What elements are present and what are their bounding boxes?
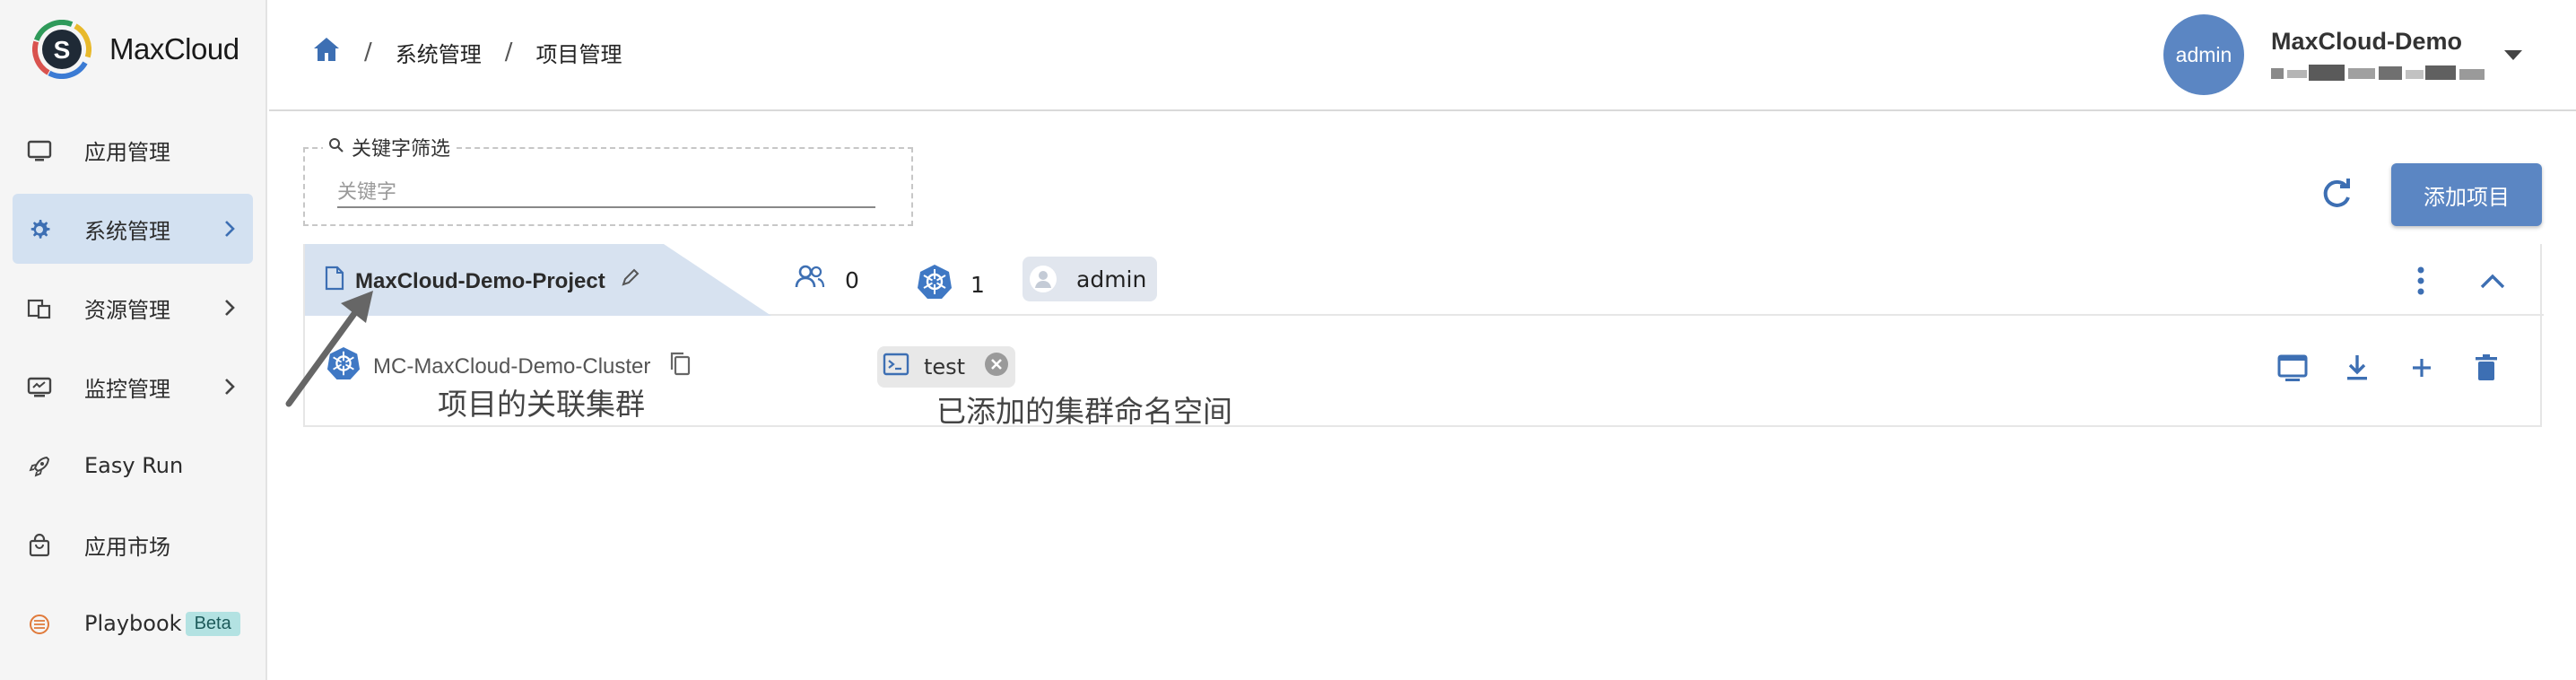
playbook-icon: [27, 612, 52, 637]
breadcrumb: / 系统管理 / 项目管理: [312, 36, 622, 68]
member-count: 0: [795, 264, 859, 296]
resources-icon: [27, 296, 52, 321]
delete-icon[interactable]: [2470, 352, 2502, 384]
keyword-input[interactable]: [337, 178, 875, 208]
breadcrumb-separator: /: [504, 39, 513, 65]
kubernetes-icon: [917, 264, 953, 305]
download-icon[interactable]: [2341, 352, 2373, 384]
sidebar-item-playbook[interactable]: Playbook Beta: [13, 588, 253, 658]
beta-badge: Beta: [185, 612, 240, 637]
add-project-button[interactable]: 添加项目: [2391, 163, 2542, 226]
cluster-count: 1: [917, 264, 985, 305]
keyword-filter: 关键字筛选: [303, 133, 913, 226]
home-icon[interactable]: [312, 36, 341, 68]
chevron-right-icon: [219, 297, 240, 318]
copy-icon[interactable]: [668, 350, 692, 383]
sidebar-item-app-management[interactable]: 应用管理: [13, 115, 253, 185]
svg-text:S: S: [54, 36, 71, 64]
monitor-icon: [27, 138, 52, 163]
refresh-icon[interactable]: [2318, 176, 2355, 214]
namespace-chip[interactable]: test: [877, 346, 1016, 388]
caret-down-icon[interactable]: [2504, 49, 2522, 60]
gear-icon: [27, 217, 52, 242]
playbook-label: Playbook: [84, 610, 182, 636]
sidebar-item-app-market[interactable]: 应用市场: [13, 510, 253, 580]
cluster-name-text: MC-MaxCloud-Demo-Cluster: [373, 353, 651, 379]
console-icon[interactable]: [2276, 352, 2309, 384]
sidebar: S MaxCloud 应用管理 系统管理 资源管理 监控管理 Easy Run …: [0, 0, 267, 680]
sidebar-item-label: 应用管理: [84, 139, 170, 165]
annotation-namespace-note: 已添加的集群命名空间: [936, 394, 1232, 429]
sidebar-item-label: Easy Run: [84, 453, 184, 478]
edit-icon[interactable]: [620, 268, 640, 294]
sidebar-item-resource-management[interactable]: 资源管理: [13, 273, 253, 343]
user-info: MaxCloud-Demo: [2271, 28, 2495, 83]
breadcrumb-system-management[interactable]: 系统管理: [396, 37, 482, 68]
sidebar-item-monitoring-management[interactable]: 监控管理: [13, 352, 253, 422]
chevron-up-icon[interactable]: [2477, 267, 2508, 294]
people-icon: [795, 264, 825, 296]
annotation-arrow: [285, 291, 373, 407]
sidebar-item-label: 资源管理: [84, 297, 170, 323]
sidebar-item-system-management[interactable]: 系统管理: [13, 194, 253, 264]
annotation-cluster-note: 项目的关联集群: [438, 387, 645, 422]
brand-name: MaxCloud: [109, 32, 239, 65]
project-name: MaxCloud-Demo-Project: [355, 268, 605, 293]
maxcloud-logo-icon: S: [32, 20, 91, 79]
add-namespace-icon[interactable]: [2406, 352, 2438, 384]
breadcrumb-separator: /: [364, 39, 372, 65]
sidebar-item-easy-run[interactable]: Easy Run: [13, 431, 253, 501]
cluster-count-value: 1: [970, 271, 985, 298]
shopping-bag-icon: [27, 533, 52, 558]
remove-namespace-icon[interactable]: [983, 351, 1010, 383]
avatar[interactable]: admin: [2163, 14, 2244, 95]
project-header: MaxCloud-Demo-Project 0 1 admin: [305, 244, 2544, 316]
search-icon: [328, 136, 344, 159]
user-menu[interactable]: admin MaxCloud-Demo: [2163, 14, 2522, 95]
sidebar-item-label: 应用市场: [84, 534, 170, 560]
owner-name: admin: [1076, 266, 1147, 292]
sidebar-item-label: 监控管理: [84, 376, 170, 402]
user-email-redacted: [2271, 63, 2504, 83]
namespace-name: test: [924, 354, 966, 379]
owner-chip[interactable]: admin: [1023, 257, 1158, 301]
sidebar-item-label: Playbook Beta: [84, 611, 240, 637]
breadcrumb-project-management: 项目管理: [535, 41, 622, 67]
user-name: MaxCloud-Demo: [2271, 27, 2463, 55]
filter-legend: 关键字筛选: [323, 133, 457, 161]
monitoring-icon: [27, 375, 52, 400]
rocket-icon: [27, 454, 52, 479]
brand-logo[interactable]: S MaxCloud: [32, 20, 239, 79]
cluster-actions: [2276, 352, 2535, 384]
sidebar-item-label: 系统管理: [84, 218, 170, 244]
top-header: / 系统管理 / 项目管理 admin MaxCloud-Demo: [269, 0, 2576, 111]
more-vertical-icon[interactable]: [2407, 266, 2434, 296]
user-circle-icon: [1030, 266, 1057, 292]
filter-legend-label: 关键字筛选: [352, 138, 451, 161]
terminal-icon: [883, 353, 909, 381]
sidebar-nav: 应用管理 系统管理 资源管理 监控管理 Easy Run 应用市场 Playbo…: [13, 115, 253, 667]
member-count-value: 0: [845, 266, 859, 293]
chevron-right-icon: [219, 376, 240, 397]
chevron-right-icon: [219, 218, 240, 240]
